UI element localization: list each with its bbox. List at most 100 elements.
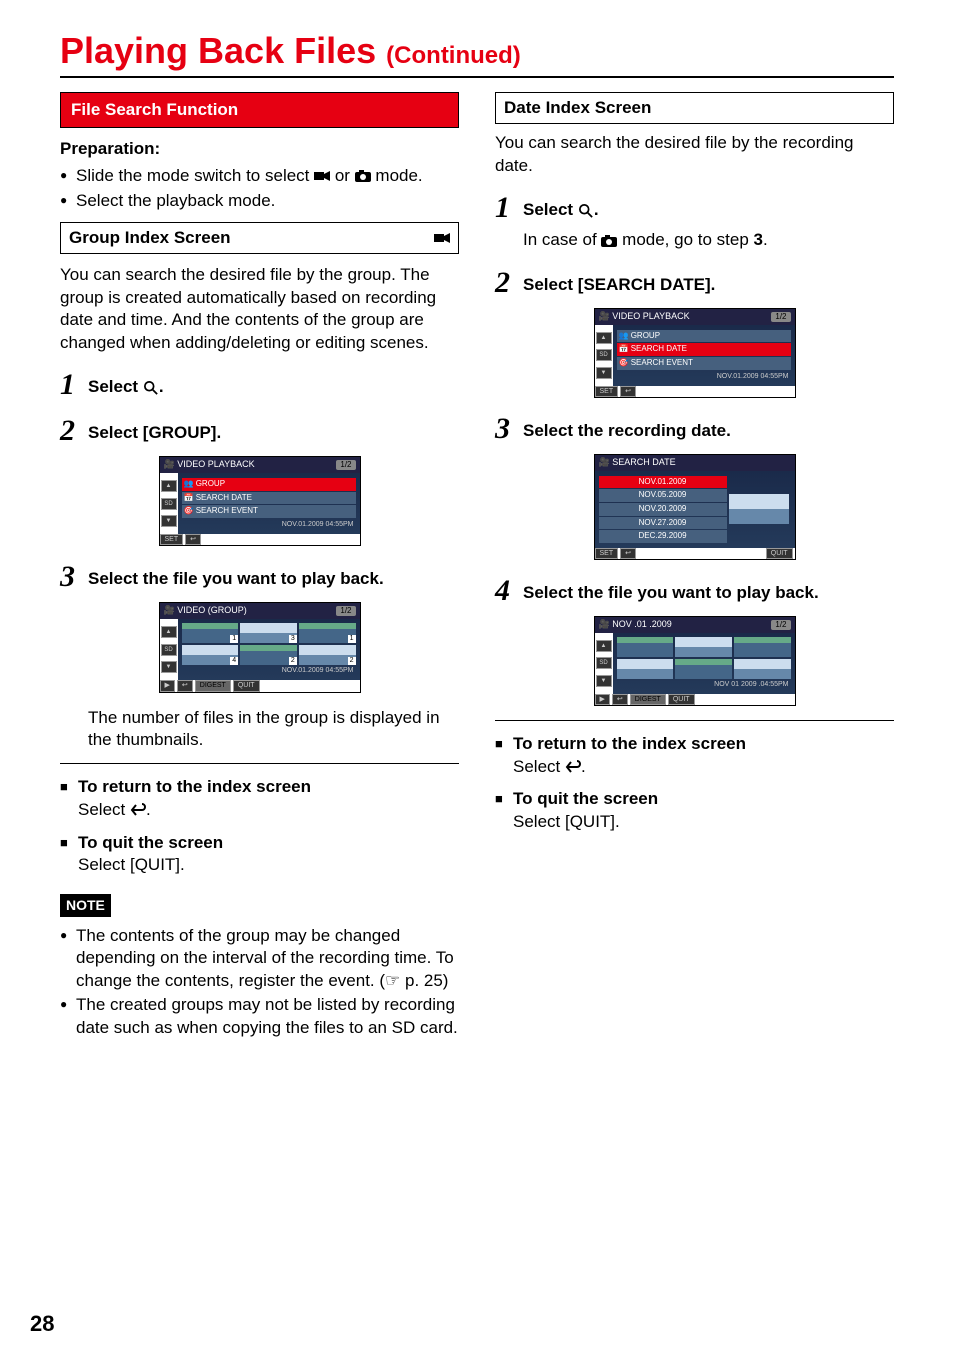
menu-back-button: ↩ [612, 694, 628, 705]
return-index-bullet: To return to the index screen Select . [495, 733, 894, 778]
menu-play-button: ▶ [160, 680, 175, 691]
quit-screen-bullet: To quit the screen Select [QUIT]. [60, 832, 459, 877]
menu-quit-button: QUIT [766, 548, 793, 559]
left-column: File Search Function Preparation: Slide … [60, 92, 459, 1049]
menu-item-group: 👥 GROUP [617, 330, 791, 343]
nav-down-icon: ▼ [596, 675, 612, 687]
menu-timestamp: NOV.01.2009 04:55PM [182, 665, 356, 676]
prep-item-mode: Slide the mode switch to select or mode. [60, 165, 459, 188]
menu-quit-button: QUIT [233, 680, 260, 691]
thumbnail [617, 637, 674, 657]
date-item: NOV.27.2009 [599, 517, 727, 530]
date-item: NOV.20.2009 [599, 503, 727, 516]
date-index-header: Date Index Screen [495, 92, 894, 124]
menu-set-button: SET [160, 534, 184, 545]
right-step-1: 1 Select . [495, 193, 894, 223]
menu-back-button: ↩ [185, 534, 201, 545]
menu-icon: 🎥 [599, 457, 610, 469]
group-desc: You can search the desired file by the g… [60, 264, 459, 354]
nav-up-icon: ▲ [161, 626, 177, 638]
step3-follow: The number of files in the group is disp… [88, 707, 459, 752]
menu-timestamp: NOV.01.2009 04:55PM [182, 519, 356, 530]
menu-title: NOV .01 .2009 [612, 619, 672, 631]
step-number: 2 [60, 416, 88, 446]
date-list-menu-mock: 🎥 SEARCH DATE NOV.01.2009 NOV.05.2009 NO… [594, 454, 796, 560]
sd-indicator: SD [596, 657, 612, 669]
nav-up-icon: ▲ [596, 640, 612, 652]
step-number: 1 [495, 193, 523, 223]
menu-back-button: ↩ [620, 386, 636, 397]
date-preview-thumb [729, 494, 789, 524]
thumbnail [675, 637, 732, 657]
thumbnail [734, 637, 791, 657]
title-rule [60, 76, 894, 78]
menu-item-search-event: 🎯 SEARCH EVENT [182, 505, 356, 518]
menu-timestamp: NOV 01 2009 .04:55PM [617, 679, 791, 690]
prep-item-playback: Select the playback mode. [60, 190, 459, 212]
note-1: The contents of the group may be changed… [60, 925, 459, 992]
thumbnail [675, 659, 732, 679]
menu-icon: 🎥 [599, 619, 610, 631]
date-file-menu-mock: 🎥 NOV .01 .2009 1/2 ▲ SD ▼ [594, 616, 796, 706]
right-step-3: 3 Select the recording date. [495, 414, 894, 444]
return-icon [565, 756, 581, 778]
separator [60, 763, 459, 764]
step-number: 4 [495, 576, 523, 606]
title-continued: (Continued) [386, 42, 521, 69]
photo-mode-icon [355, 165, 371, 187]
menu-set-button: SET [595, 386, 619, 397]
thumbnail: 2 [299, 645, 356, 665]
menu-title: VIDEO (GROUP) [177, 605, 247, 617]
preparation-block: Preparation: Slide the mode switch to se… [60, 138, 459, 212]
sd-indicator: SD [161, 498, 177, 510]
title-main: Playing Back Files [60, 30, 376, 71]
nav-up-icon: ▲ [596, 332, 612, 344]
separator [495, 720, 894, 721]
photo-mode-icon [601, 230, 617, 252]
date-desc: You can search the desired file by the r… [495, 132, 894, 177]
thumbnail: 4 [182, 645, 239, 665]
preparation-label: Preparation: [60, 138, 459, 160]
search-icon [143, 377, 159, 399]
menu-timestamp: NOV.01.2009 04:55PM [617, 371, 791, 382]
menu-icon: 🎥 [164, 459, 175, 471]
note-label: NOTE [60, 894, 111, 916]
menu-title: SEARCH DATE [612, 457, 675, 469]
nav-up-icon: ▲ [161, 480, 177, 492]
nav-down-icon: ▼ [161, 661, 177, 673]
thumbnail: 1 [299, 623, 356, 643]
menu-digest-button: DIGEST [630, 694, 666, 705]
menu-page-indicator: 1/2 [771, 620, 790, 631]
thumbnail-grid [617, 637, 791, 679]
right-column: Date Index Screen You can search the des… [495, 92, 894, 1049]
date-item: NOV.05.2009 [599, 489, 727, 502]
menu-play-button: ▶ [595, 694, 610, 705]
page-number: 28 [30, 1311, 54, 1337]
left-step-1: 1 Select . [60, 370, 459, 400]
menu-icon: 🎥 [599, 311, 610, 323]
video-mode-icon [314, 165, 330, 187]
page-title: Playing Back Files (Continued) [60, 30, 894, 72]
step-number: 3 [495, 414, 523, 444]
menu-digest-button: DIGEST [195, 680, 231, 691]
step-number: 2 [495, 268, 523, 298]
date-select-menu-mock: 🎥 VIDEO PLAYBACK 1/2 ▲ SD ▼ 👥 GROUP 📅 SE… [594, 308, 796, 398]
step-number: 3 [60, 562, 88, 592]
menu-set-button: SET [595, 548, 619, 559]
return-index-bullet: To return to the index screen Select . [60, 776, 459, 821]
nav-down-icon: ▼ [161, 515, 177, 527]
menu-quit-button: QUIT [668, 694, 695, 705]
group-file-menu-mock: 🎥 VIDEO (GROUP) 1/2 ▲ SD ▼ 1 3 [159, 602, 361, 692]
date-item: DEC.29.2009 [599, 530, 727, 543]
menu-page-indicator: 1/2 [336, 606, 355, 617]
sd-indicator: SD [596, 349, 612, 361]
right-step-2: 2 Select [SEARCH DATE]. [495, 268, 894, 298]
right-step-4: 4 Select the file you want to play back. [495, 576, 894, 606]
note-2: The created groups may not be listed by … [60, 994, 459, 1039]
group-index-label: Group Index Screen [69, 227, 231, 249]
menu-page-indicator: 1/2 [336, 460, 355, 471]
return-icon [130, 799, 146, 821]
menu-item-search-date: 📅 SEARCH DATE [617, 343, 791, 356]
date-item: NOV.01.2009 [599, 476, 727, 489]
nav-down-icon: ▼ [596, 367, 612, 379]
